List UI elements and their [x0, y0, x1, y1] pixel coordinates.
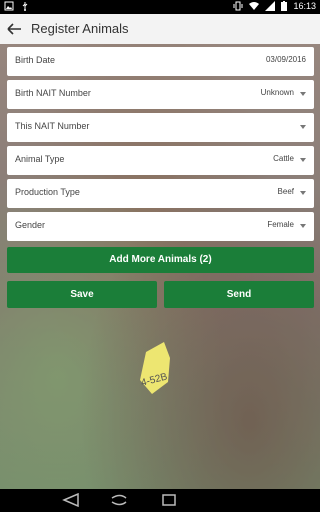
nav-back-icon[interactable]	[62, 493, 80, 507]
production-type-label: Production Type	[15, 187, 80, 197]
birth-date-field[interactable]: Birth Date 03/09/2016	[7, 47, 314, 76]
gender-label: Gender	[15, 220, 46, 230]
battery-icon	[281, 1, 288, 11]
app-bar: Register Animals	[0, 14, 320, 45]
send-button[interactable]: Send	[164, 281, 314, 308]
birth-nait-number-dropdown[interactable]: Birth NAIT Number Unknown	[7, 80, 314, 109]
nav-home-icon[interactable]	[110, 493, 128, 507]
animal-type-label: Animal Type	[15, 154, 65, 164]
chevron-down-icon	[300, 92, 306, 96]
arrow-back-icon[interactable]	[5, 20, 23, 38]
image-icon	[4, 1, 14, 11]
signal-icon	[265, 1, 276, 11]
gender-value: Female	[267, 220, 294, 229]
birth-date-value: 03/09/2016	[265, 55, 306, 64]
gender-dropdown[interactable]: Gender Female	[7, 212, 314, 241]
wifi-icon	[249, 2, 260, 10]
this-nait-number-label: This NAIT Number	[15, 121, 90, 131]
production-type-dropdown[interactable]: Production Type Beef	[7, 179, 314, 208]
production-type-value: Beef	[277, 187, 294, 196]
this-nait-number-dropdown[interactable]: This NAIT Number	[7, 113, 314, 142]
birth-nait-number-value: Unknown	[260, 88, 294, 97]
navigation-bar	[0, 489, 320, 512]
birth-nait-number-label: Birth NAIT Number	[15, 88, 91, 98]
nav-recents-icon[interactable]	[160, 493, 178, 507]
chevron-down-icon	[300, 158, 306, 162]
usb-icon	[22, 2, 28, 11]
animal-type-dropdown[interactable]: Animal Type Cattle	[7, 146, 314, 175]
save-button[interactable]: Save	[7, 281, 157, 308]
vibrate-icon	[233, 1, 243, 11]
chevron-down-icon	[300, 191, 306, 195]
add-more-animals-button[interactable]: Add More Animals (2)	[7, 247, 314, 273]
birth-date-label: Birth Date	[15, 55, 56, 65]
page-title: Register Animals	[31, 21, 129, 36]
chevron-down-icon	[300, 125, 306, 129]
status-bar: 16:13	[0, 0, 320, 14]
animal-type-value: Cattle	[273, 154, 294, 163]
status-time: 16:13	[293, 1, 316, 11]
chevron-down-icon	[300, 224, 306, 228]
